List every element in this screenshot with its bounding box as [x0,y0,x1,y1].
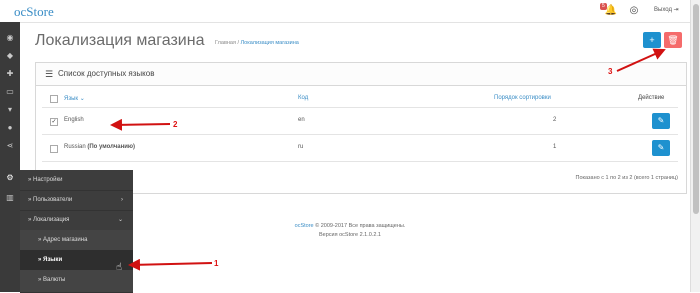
page-scrollbar[interactable] [690,0,700,292]
scrollbar-thumb[interactable] [693,4,699,214]
annotation-marker-3: 3 [608,67,613,76]
annotation-arrow-3 [616,48,666,72]
annotation-arrow-2 [110,118,171,131]
annotation-marker-2: 2 [173,120,178,129]
annotation-marker-1: 1 [214,259,219,268]
annotation-arrow-1 [128,258,213,271]
annotation-arrows [110,48,666,271]
